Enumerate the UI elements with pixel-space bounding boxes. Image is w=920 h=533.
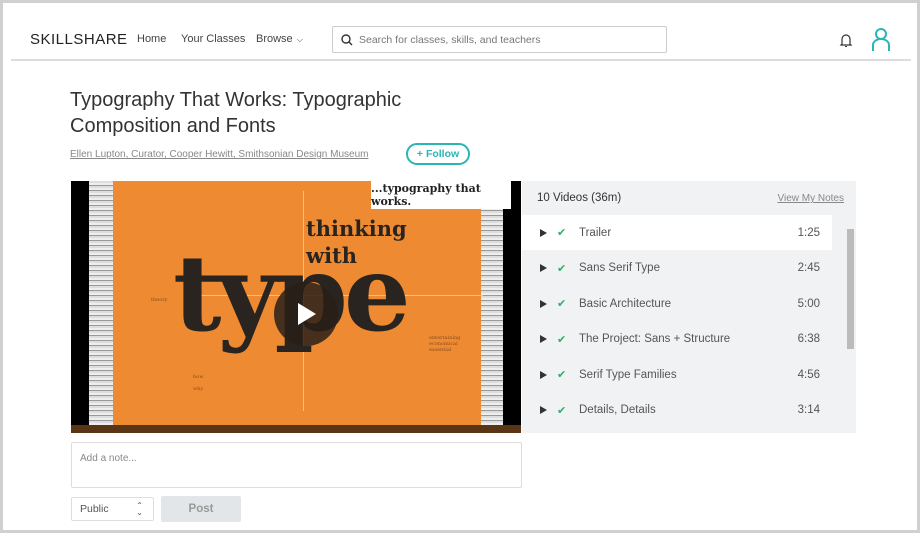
nav-your-classes[interactable]: Your Classes [181, 33, 245, 45]
video-control-bar[interactable] [71, 425, 521, 433]
slide-text-theory: theory [151, 297, 168, 303]
bell-icon[interactable] [839, 33, 853, 48]
slide-banner: ...typography that works. [371, 181, 511, 209]
check-icon: ✔ [557, 369, 567, 381]
plus-icon: + [416, 148, 423, 160]
playlist-item[interactable]: ✔ Sans Serif Type 2:45 [522, 251, 832, 286]
slide-text-why: why [193, 386, 204, 392]
slide-text-side: entertaining economical essential [429, 335, 461, 353]
video-duration: 5:00 [797, 297, 820, 310]
check-icon: ✔ [557, 298, 567, 310]
teacher-link[interactable]: Ellen Lupton, Curator, Cooper Hewitt, Sm… [70, 149, 368, 160]
playlist-item[interactable]: ✔ The Project: Sans + Structure 6:38 [522, 322, 832, 357]
play-icon [298, 303, 316, 325]
check-icon: ✔ [557, 262, 567, 275]
play-icon [540, 406, 547, 414]
video-name: Trailer [579, 226, 612, 239]
playlist-summary: 10 Videos (36m) [537, 192, 622, 204]
updown-chevron-icon: ⌃ ⌄ [136, 501, 143, 517]
follow-button[interactable]: + Follow [406, 143, 470, 165]
chevron-down-icon: ⌵ [296, 35, 303, 44]
video-player[interactable]: thinkingwith type theory how why enterta… [71, 181, 521, 433]
video-name: The Project: Sans + Structure [579, 333, 731, 345]
check-icon: ✔ [557, 404, 567, 417]
note-input[interactable]: Add a note... [71, 442, 522, 488]
playlist-item[interactable]: ✔ Details, Details 3:14 [522, 393, 832, 428]
class-title: Typography That Works: Typographic Compo… [70, 89, 402, 137]
slide-text-how: how [193, 374, 204, 380]
post-button[interactable]: Post [161, 496, 241, 522]
browse-label: Browse [256, 33, 293, 45]
video-name: Serif Type Families [579, 368, 677, 381]
scrollbar[interactable] [846, 221, 855, 433]
video-name: Basic Architecture [579, 297, 672, 310]
play-button[interactable] [274, 282, 338, 346]
search-placeholder: Search for classes, skills, and teachers [359, 33, 541, 46]
play-icon [540, 299, 547, 308]
playlist-panel: 10 Videos (36m) View My Notes ✔ Trailer 1:… [522, 181, 856, 433]
video-duration: 4:56 [797, 368, 820, 381]
play-icon [540, 228, 547, 237]
search-icon [341, 33, 353, 45]
video-name: Details, Details [579, 404, 656, 416]
playlist-item[interactable]: ✔ Basic Architecture 5:00 [522, 286, 832, 321]
user-avatar-icon[interactable] [871, 28, 891, 52]
playlist-item[interactable]: ✔ Serif Type Families 4:56 [522, 357, 832, 392]
visibility-select[interactable]: Public ⌃ ⌄ [71, 497, 154, 521]
scrollbar-thumb[interactable] [847, 229, 854, 349]
playlist-item[interactable]: ✔ Trailer 1:25 [522, 215, 832, 250]
video-duration: 6:38 [797, 333, 820, 345]
video-duration: 2:45 [797, 262, 820, 274]
play-icon [540, 370, 547, 379]
play-icon [540, 264, 547, 272]
search-input[interactable]: Search for classes, skills, and teachers [332, 26, 667, 53]
header-divider [11, 59, 911, 61]
newspaper-left [89, 181, 115, 433]
play-icon [540, 335, 547, 343]
view-notes-link[interactable]: View My Notes [777, 193, 844, 204]
video-duration: 3:14 [797, 404, 820, 416]
video-name: Sans Serif Type [579, 262, 660, 274]
newspaper-right [479, 181, 503, 433]
check-icon: ✔ [557, 227, 567, 239]
visibility-value: Public [80, 503, 109, 515]
follow-label: Follow [425, 148, 460, 160]
video-duration: 1:25 [797, 226, 820, 239]
nav-home[interactable]: Home [137, 33, 166, 45]
nav-browse[interactable]: Browse ⌵ [256, 33, 303, 45]
skillshare-logo[interactable]: SKILLSHARE [30, 31, 128, 48]
check-icon: ✔ [557, 333, 567, 346]
